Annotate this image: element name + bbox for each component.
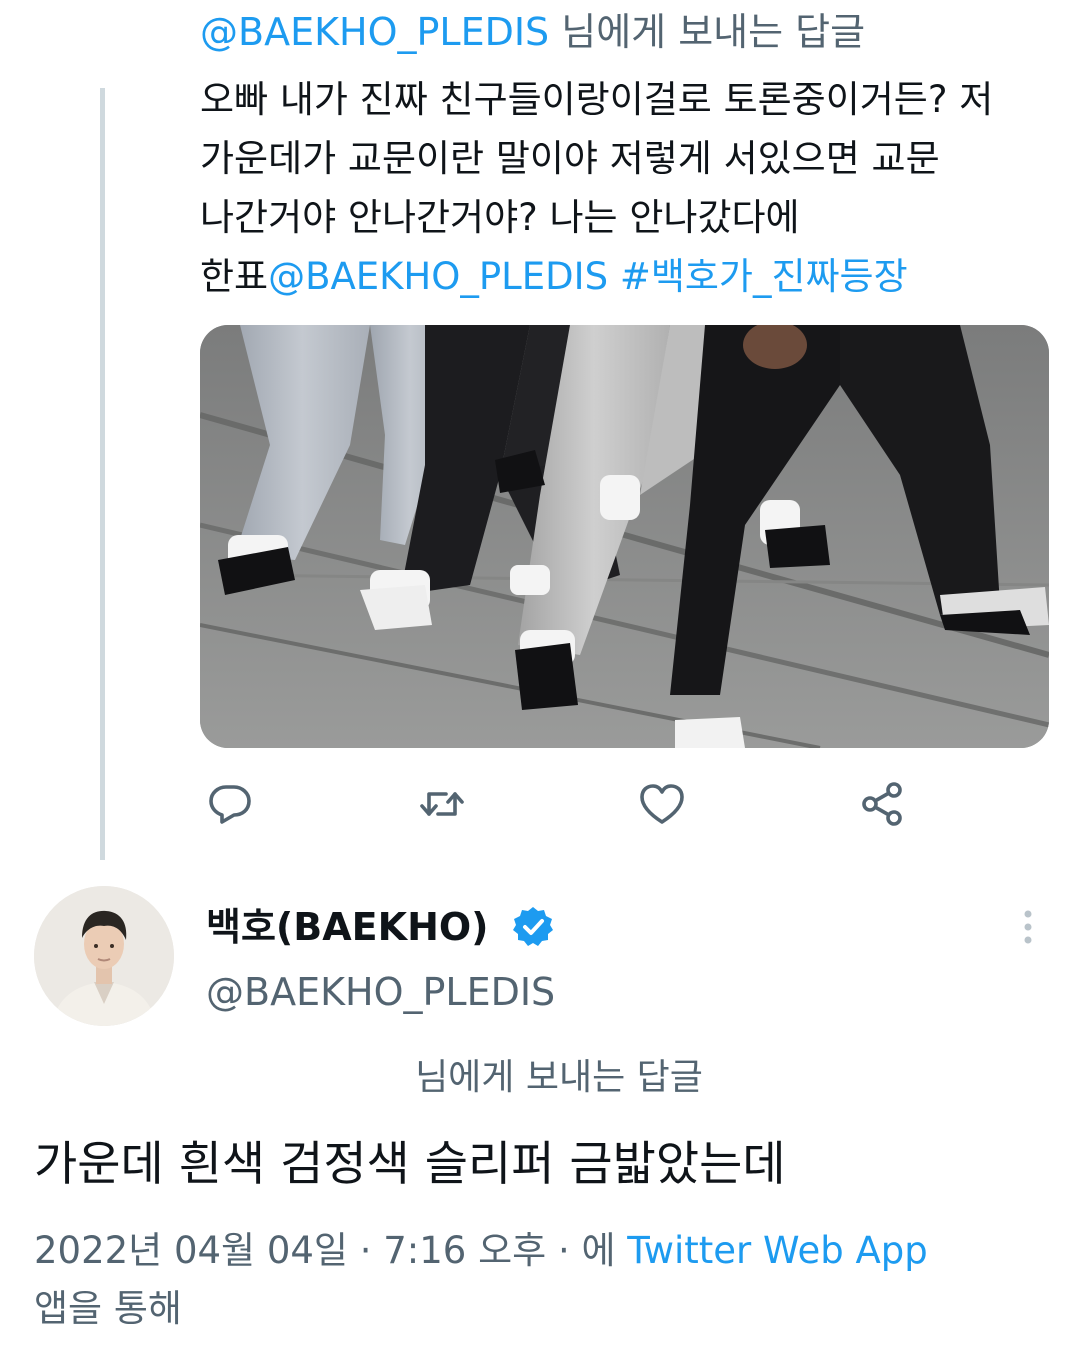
display-name[interactable]: 백호(BAEKHO) bbox=[206, 900, 489, 954]
tweet-meta: 2022년 04월 04일 · 7:16 오후 · 에 Twitter Web … bbox=[34, 1222, 1064, 1338]
tweet-photo[interactable] bbox=[200, 325, 1049, 748]
parent-tweet-line-3: 나간거야 안나간거야? 나는 안나갔다에 bbox=[200, 196, 800, 239]
parent-reply-context: @BAEKHO_PLEDIS 님에게 보내는 답글 bbox=[200, 6, 865, 58]
main-reply-context: 님에게 보내는 답글 bbox=[415, 1057, 703, 1098]
like-icon[interactable] bbox=[638, 780, 686, 828]
main-tweet-text: 가운데 흰색 검정색 슬리퍼 금밟았는데 bbox=[34, 1137, 786, 1192]
source-suffix: 앱을 통해 bbox=[34, 1287, 182, 1330]
hashtag-link[interactable]: #백호가_진짜등장 bbox=[620, 255, 908, 298]
verified-badge-icon bbox=[511, 905, 555, 949]
parent-tweet-text: 오빠 내가 진짜 친구들이랑이걸로 토론중이거든? 저 가운데가 교문이란 말이… bbox=[200, 70, 1060, 306]
avatar[interactable] bbox=[34, 886, 174, 1026]
source-app-link[interactable]: Twitter Web App bbox=[627, 1229, 927, 1272]
inline-mention-link[interactable]: @BAEKHO_PLEDIS bbox=[268, 255, 608, 298]
reply-to-mention-link[interactable]: @BAEKHO_PLEDIS bbox=[200, 10, 549, 54]
retweet-icon[interactable] bbox=[418, 780, 466, 828]
share-icon[interactable] bbox=[858, 780, 906, 828]
more-options-icon[interactable] bbox=[1010, 905, 1046, 953]
parent-tweet-line-1: 오빠 내가 진짜 친구들이랑이걸로 토론중이거든? 저 bbox=[200, 78, 994, 121]
parent-tweet-line-2: 가운데가 교문이란 말이야 저렇게 서있으면 교문 bbox=[200, 137, 940, 180]
parent-tweet-line-4: 한표@BAEKHO_PLEDIS #백호가_진짜등장 bbox=[200, 247, 1060, 306]
reply-icon[interactable] bbox=[206, 780, 254, 828]
parent-tweet-actions bbox=[200, 780, 1060, 828]
thread-connector-line bbox=[100, 88, 105, 860]
reply-to-suffix: 님에게 보내는 답글 bbox=[549, 10, 866, 54]
user-handle[interactable]: @BAEKHO_PLEDIS bbox=[206, 965, 555, 1019]
meta-line-1: 2022년 04월 04일 · 7:16 오후 · 에 Twitter Web … bbox=[34, 1222, 1064, 1280]
timestamp: 2022년 04월 04일 · 7:16 오후 · 에 bbox=[34, 1229, 628, 1272]
last-line-prefix: 한표 bbox=[200, 255, 269, 298]
